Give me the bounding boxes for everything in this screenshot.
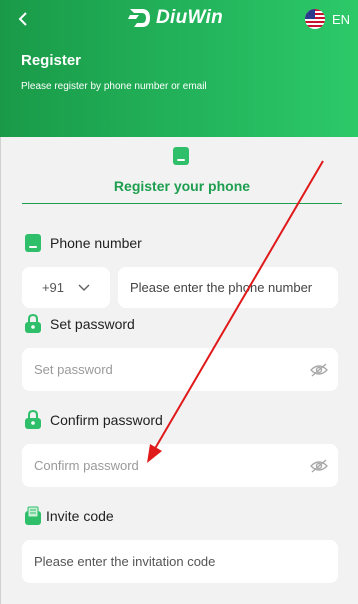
password-input[interactable]: Set password [22, 348, 338, 391]
page-title: Register [21, 52, 82, 69]
tab-label: Register your phone [113, 178, 251, 194]
confirm-password-input[interactable]: Confirm password [22, 444, 338, 487]
us-flag-icon [304, 9, 325, 29]
phone-label-row: Phone number [24, 233, 142, 253]
lock-icon [25, 314, 41, 333]
password-label: Set password [50, 316, 135, 332]
language-selector[interactable]: EN [304, 8, 350, 30]
phone-input[interactable]: Please enter the phone number [118, 267, 338, 308]
eye-off-icon[interactable] [310, 458, 328, 473]
password-label-row: Set password [24, 314, 135, 334]
diuwin-logo-icon [128, 9, 150, 27]
invite-placeholder: Please enter the invitation code [34, 554, 216, 569]
confirm-label-row: Confirm password [24, 410, 163, 430]
tab-register-phone[interactable]: Register your phone [22, 146, 342, 204]
invite-code-input[interactable]: Please enter the invitation code [22, 540, 338, 583]
eye-off-icon[interactable] [310, 362, 328, 377]
confirm-label: Confirm password [50, 412, 163, 428]
page-subtitle: Please register by phone number or email [21, 81, 207, 92]
header: DiuWin EN Register Please register by ph… [0, 0, 358, 137]
confirm-placeholder: Confirm password [34, 458, 139, 473]
lock-icon [25, 410, 41, 429]
chevron-left-icon [18, 12, 27, 26]
invite-label: Invite code [46, 508, 114, 524]
logo-text: DiuWin [156, 7, 224, 28]
invite-icon [25, 506, 41, 525]
chevron-down-icon [78, 283, 90, 291]
phone-icon [25, 234, 41, 252]
tab-underline [22, 203, 342, 204]
back-button[interactable] [12, 8, 34, 30]
left-border [0, 137, 1, 604]
invite-label-row: Invite code [24, 506, 114, 526]
country-code-select[interactable]: +91 [22, 267, 110, 308]
phone-placeholder: Please enter the phone number [130, 280, 313, 295]
language-label: EN [331, 11, 350, 27]
phone-label: Phone number [50, 235, 142, 251]
logo: DiuWin [128, 6, 223, 30]
password-placeholder: Set password [34, 362, 113, 377]
country-code-value: +91 [41, 280, 65, 295]
phone-icon [173, 147, 189, 165]
